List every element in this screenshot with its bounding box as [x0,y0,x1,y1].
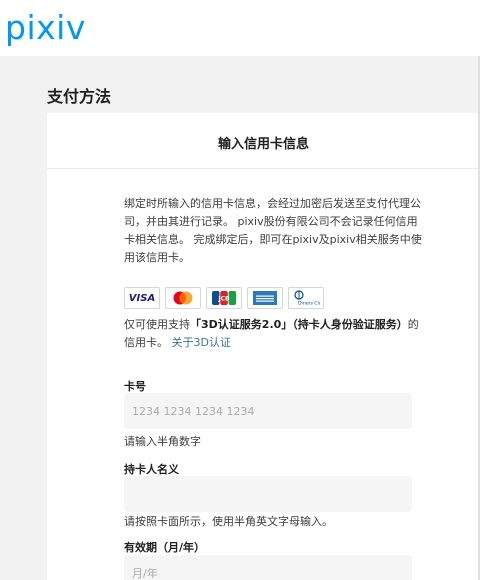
svg-text:Diners Club: Diners Club [298,301,320,307]
mastercard-icon [165,287,201,309]
diners-club-icon: Diners Club [288,287,324,309]
expiry-label: 有效期（月/年） [124,541,206,554]
visa-icon: VISA [124,287,160,309]
pixiv-logo[interactable]: pixiv [5,6,86,50]
support-bold: 「3D认证服务2.0」（持卡人身份验证服务） [190,318,408,331]
visa-label: VISA [128,292,156,304]
support-prefix: 仅可使用支持 [124,318,190,331]
3d-secure-notice: 仅可使用支持「3D认证服务2.0」（持卡人身份验证服务）的信用卡。 关于3D认证 [124,316,424,352]
card-holder-label: 持卡人名义 [124,463,179,476]
svg-text:JCB: JCB [217,296,230,303]
card-title: 输入信用卡信息 [217,137,309,152]
card-brand-list: VISA JCB Diners Cl [124,287,324,309]
amex-icon [247,287,283,309]
3d-secure-link[interactable]: 关于3D认证 [172,336,231,349]
card-holder-input[interactable] [124,476,412,512]
card-header: 输入信用卡信息 [47,113,480,169]
expiry-input[interactable] [124,555,412,580]
page-title: 支付方法 [47,87,112,106]
top-bar: pixiv [0,0,480,56]
jcb-icon: JCB [206,287,242,309]
card-number-hint: 请输入半角数字 [124,435,201,448]
card-description: 绑定时所输入的信用卡信息，会经过加密后发送至支付代理公司，并由其进行记录。 pi… [124,197,422,264]
card-number-label: 卡号 [124,380,146,393]
card-holder-hint: 请按照卡面所示，使用半角英文字母输入。 [124,515,333,528]
credit-card-form-card: 输入信用卡信息 绑定时所输入的信用卡信息，会经过加密后发送至支付代理公司，并由其… [47,113,480,580]
card-number-input[interactable] [124,393,412,429]
